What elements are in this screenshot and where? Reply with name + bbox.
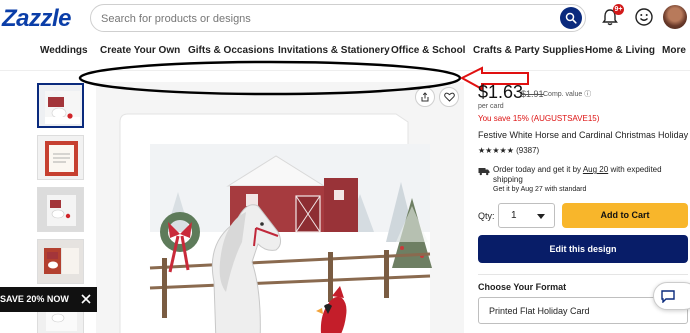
notification-badge: 9+	[613, 4, 624, 15]
qty-select[interactable]: 1	[498, 203, 555, 228]
shipping-prefix: Order today and get it by	[493, 165, 582, 174]
thumbnail-image	[38, 136, 83, 179]
product-page: Zazzle 9+ Weddings Create Your Own Gifts…	[0, 0, 690, 333]
search-icon	[565, 12, 577, 24]
qty-value: 1	[511, 210, 517, 221]
comp-value-text: Comp. value	[543, 91, 583, 98]
chat-icon	[661, 290, 675, 303]
saving-text: You save 15% (AUGUSTSAVE15)	[478, 114, 600, 123]
nav-item-gifts-occasions[interactable]: Gifts & Occasions	[188, 45, 274, 56]
category-nav: Weddings Create Your Own Gifts & Occasio…	[0, 42, 690, 62]
nav-item-create-your-own[interactable]: Create Your Own	[100, 45, 180, 56]
nav-item-invitations-stationery[interactable]: Invitations & Stationery	[278, 45, 390, 56]
price: $1.63	[478, 82, 524, 102]
search-bar	[90, 4, 586, 32]
zazzle-logo[interactable]: Zazzle	[2, 5, 72, 33]
original-price: $1.91	[521, 89, 544, 99]
qty-label: Qty:	[478, 211, 495, 221]
share-icon	[421, 92, 429, 102]
avatar[interactable]	[663, 5, 687, 29]
thumbnail-image	[38, 240, 83, 283]
chat-button[interactable]	[653, 282, 690, 310]
nav-item-crafts-party-supplies[interactable]: Crafts & Party Supplies	[473, 45, 584, 56]
share-button[interactable]	[415, 87, 435, 107]
format-heading: Choose Your Format	[478, 282, 567, 292]
section-divider	[478, 274, 688, 275]
thumbnail-2[interactable]	[37, 135, 84, 180]
rating[interactable]: ★★★★★ (9387)	[478, 146, 539, 155]
thumbnail-image	[39, 85, 82, 126]
thumbnail-4[interactable]	[37, 239, 84, 284]
per-card-label: per card	[478, 103, 504, 110]
thumbnail-3[interactable]	[37, 187, 84, 232]
smiley-icon[interactable]	[634, 7, 654, 27]
product-image	[96, 82, 464, 333]
heart-icon	[443, 92, 455, 102]
promo-banner[interactable]: SAVE 20% NOW	[0, 287, 97, 312]
comp-value-label: Comp. value ⓘ	[543, 91, 592, 98]
nav-item-home-living[interactable]: Home & Living	[585, 45, 655, 56]
add-to-cart-button[interactable]: Add to Cart	[562, 203, 688, 228]
format-value: Printed Flat Holiday Card	[489, 306, 590, 316]
close-icon[interactable]	[80, 293, 92, 305]
promo-text: SAVE 20% NOW	[0, 294, 69, 304]
truck-icon	[478, 168, 490, 176]
thumbnail-1[interactable]	[37, 83, 84, 128]
nav-item-office-school[interactable]: Office & School	[391, 45, 465, 56]
search-input[interactable]	[101, 10, 541, 27]
chevron-down-icon	[537, 214, 545, 219]
shipping-standard: Get it by Aug 27 with standard	[493, 186, 587, 193]
thumbnail-image	[38, 188, 83, 231]
product-title: Festive White Horse and Cardinal Christm…	[478, 130, 689, 140]
shipping-date-link[interactable]: Aug 20	[583, 165, 608, 174]
search-button[interactable]	[560, 7, 582, 29]
product-image-area[interactable]	[96, 82, 464, 333]
favorite-button[interactable]	[439, 87, 459, 107]
nav-divider	[0, 70, 690, 71]
shipping-expedited: Order today and get it by Aug 20 with ex…	[493, 165, 683, 185]
edit-design-button[interactable]: Edit this design	[478, 235, 688, 263]
nav-item-more[interactable]: More	[662, 45, 686, 56]
nav-item-weddings[interactable]: Weddings	[40, 45, 88, 56]
